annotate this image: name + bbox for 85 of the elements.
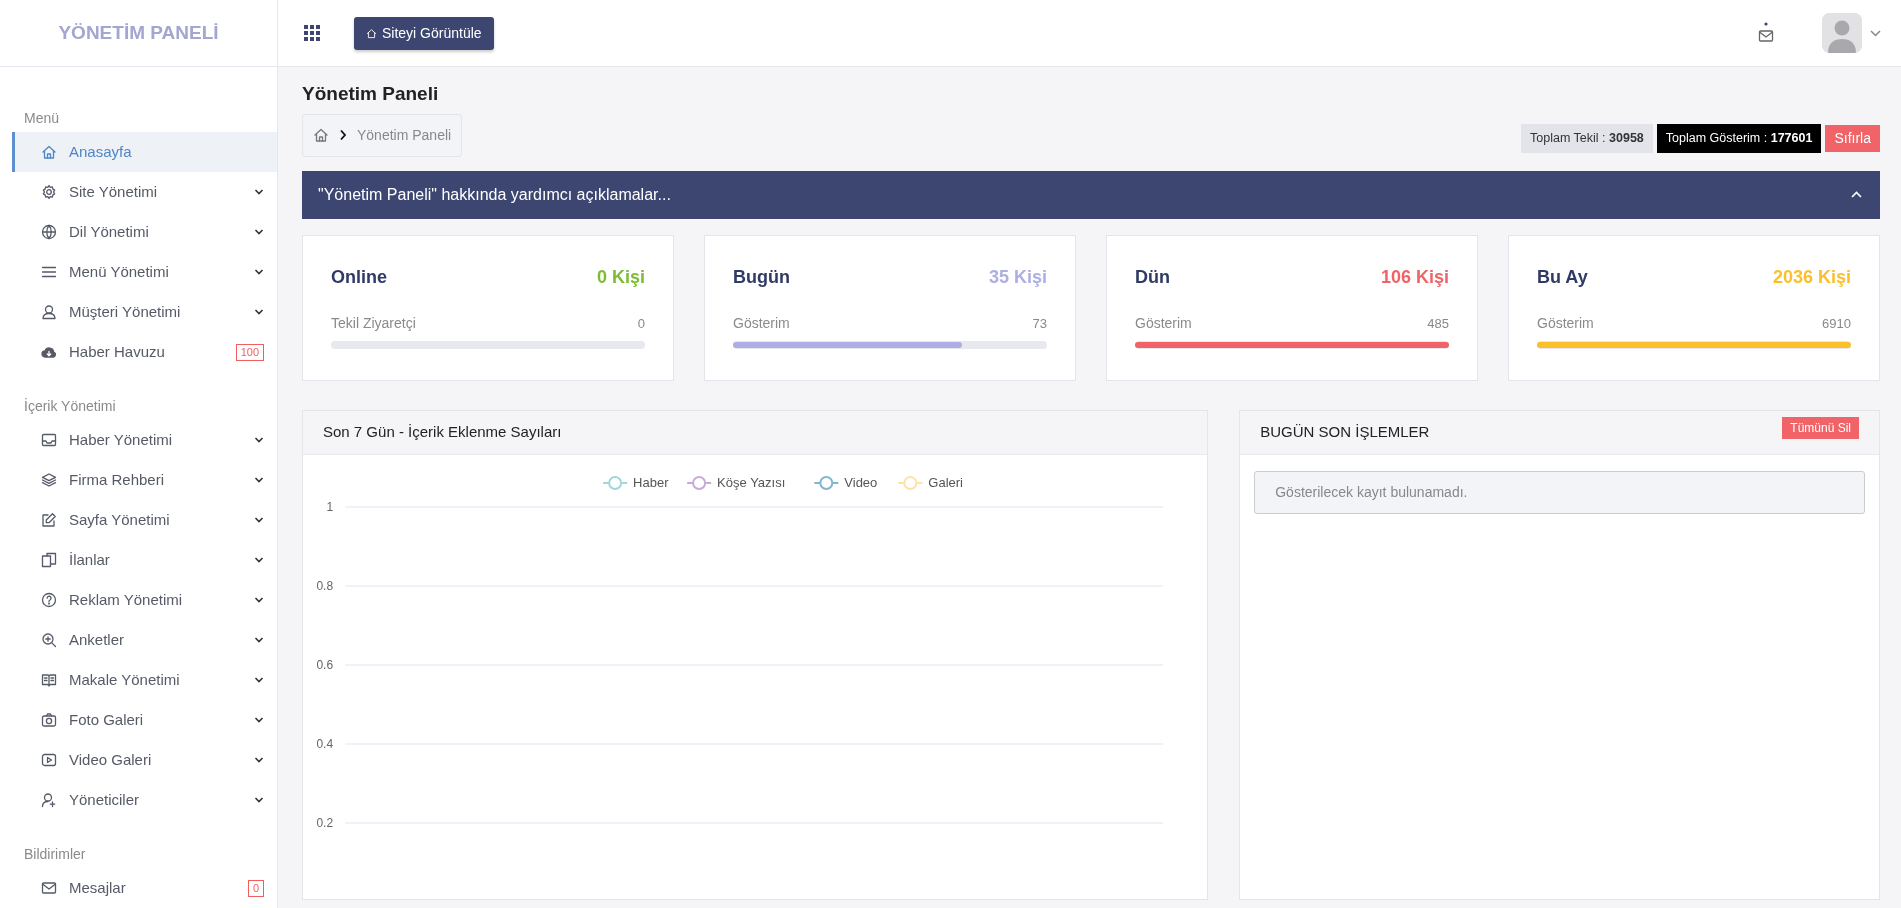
sidebar-item[interactable]: Yöneticiler [12,780,277,820]
legend-label: Köşe Yazısı [717,474,786,490]
stat-count: 0 [637,314,645,333]
logo-text: YÖNETİM PANELİ [58,20,219,45]
legend-marker[interactable] [686,475,713,490]
section-label: İçerik Yönetimi [23,397,117,416]
total-counter: Toplam Tekil : 30958 [1521,124,1653,153]
question-icon [41,592,57,608]
empty-message: Gösterilecek kayıt bulunamadı. [1254,470,1865,514]
zoom-in-icon [41,632,57,648]
stat-count: 73 [1032,314,1047,333]
user-icon [41,304,57,320]
mail-icon [41,880,57,896]
stat-value: 106 Kişi [1380,265,1449,289]
stat-count: 485 [1427,314,1449,333]
mail-icon[interactable] [1758,22,1774,44]
y-tick-label: 0.8 [316,578,334,593]
stat-title: Bugün [733,265,790,289]
cloud-download-icon [41,344,57,360]
recent-actions-title: BUGÜN SON İŞLEMLER [1260,422,1430,443]
section-label: Menü [23,109,61,128]
sidebar-item[interactable]: Foto Galeri [12,700,277,740]
menu-icon [41,264,57,280]
count-badge: 100 [235,343,264,361]
total-counter: Toplam Gösterim : 177601 [1656,124,1822,153]
user-plus-icon [41,792,57,808]
help-panel-title: "Yönetim Paneli" hakkında yardımcı açıklamalar... [318,184,671,205]
legend-label: Video [844,474,878,490]
y-tick-label: 0.4 [316,736,334,751]
stat-count: 6910 [1822,314,1851,333]
stat-title: Dün [1135,265,1170,289]
avatar[interactable] [1822,13,1862,53]
home-icon [41,144,57,160]
sidebar-item[interactable]: Haber Havuzu 100 [12,332,277,372]
sidebar-item[interactable]: İlanlar [12,540,277,580]
stat-label: Gösterim [733,313,790,333]
video-icon [41,752,57,768]
edit-icon [41,512,57,528]
sidebar-item[interactable]: Mesajlar 0 [12,868,277,908]
stat-label: Tekil Ziyaretçi [331,313,416,333]
sidebar-item[interactable]: Haber Yönetimi [12,420,277,460]
legend-label: Galeri [928,474,963,490]
layers-icon [41,472,57,488]
legend-marker[interactable] [897,475,924,490]
camera-icon [41,712,57,728]
chevron-down-icon[interactable] [1870,29,1881,37]
view-site-button[interactable]: Siteyi Görüntüle [354,16,494,50]
chevron-right-icon [339,129,347,142]
gear-icon [41,184,57,200]
y-tick-label: 1 [326,499,334,514]
sidebar-item[interactable]: Dil Yönetimi [12,212,277,252]
sidebar-item[interactable]: Video Galeri [12,740,277,780]
help-panel-header[interactable]: "Yönetim Paneli" hakkında yardımcı açıklamalar... [302,170,1880,219]
sidebar-item[interactable]: Anketler [12,620,277,660]
stat-value: 35 Kişi [988,265,1047,289]
legend-label: Haber [633,474,669,490]
sidebar-item[interactable]: Sayfa Yönetimi [12,500,277,540]
section-label: Bildirimler [23,845,87,864]
chart-title: Son 7 Gün - İçerik Eklenme Sayıları [323,422,562,443]
inbox-icon [41,432,57,448]
y-tick-label: 0.2 [316,815,334,830]
sidebar-item[interactable]: Firma Rehberi [12,460,277,500]
globe-icon [41,224,57,240]
apps-grid-icon[interactable] [304,25,320,41]
legend-marker[interactable] [602,475,629,490]
page-title: Yönetim Paneli [302,83,440,106]
stat-label: Gösterim [1135,313,1192,333]
documents-icon [41,552,57,568]
book-icon [41,672,57,688]
sidebar-item[interactable]: Müşteri Yönetimi [12,292,277,332]
home-icon [313,127,329,144]
count-badge: 0 [247,879,264,897]
stat-value: 2036 Kişi [1772,265,1851,289]
stat-title: Bu Ay [1537,265,1588,289]
legend-marker[interactable] [813,475,840,490]
stat-value: 0 Kişi [596,265,645,289]
stat-title: Online [331,265,387,289]
sidebar-item[interactable]: Menü Yönetimi [12,252,277,292]
sidebar-item[interactable]: Site Yönetimi [12,172,277,212]
chevron-up-icon[interactable] [1851,191,1862,199]
sidebar-item[interactable]: Reklam Yönetimi [12,580,277,620]
home-icon [366,27,377,39]
stat-label: Gösterim [1537,313,1594,333]
y-tick-label: 0.6 [316,657,334,672]
sidebar-item[interactable]: Makale Yönetimi [12,660,277,700]
